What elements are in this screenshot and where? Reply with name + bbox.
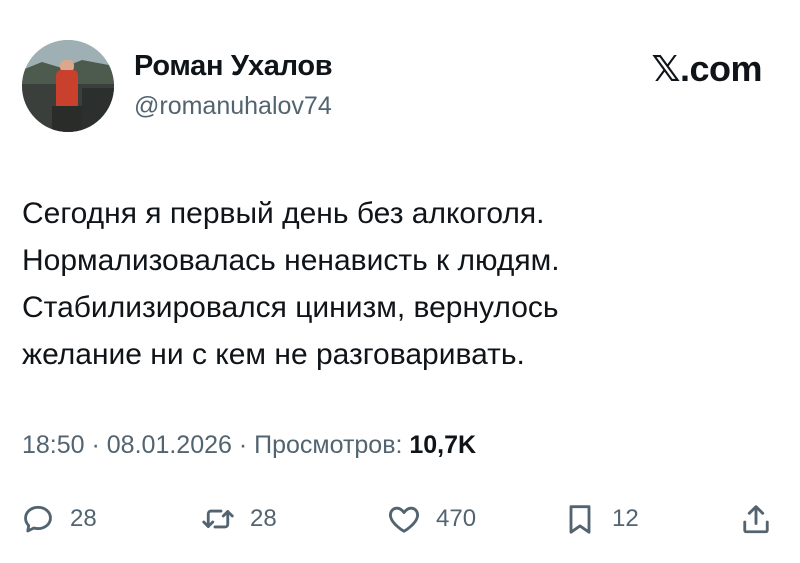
like-button[interactable]: 470 (386, 496, 476, 542)
tweet-time[interactable]: 18:50 (22, 431, 85, 459)
avatar-image (22, 40, 114, 132)
tweet-text: Сегодня я первый день без алкоголя. Норм… (22, 190, 782, 378)
share-icon (743, 505, 769, 534)
meta-separator: · (84, 431, 107, 459)
meta-separator: · (231, 431, 255, 459)
tweet-line: Нормализовалась ненависть к людям. (22, 244, 560, 277)
like-count: 470 (436, 505, 477, 532)
tweet-meta: 18:50 · 08.01.2026 · Просмотров: 10,7K (22, 431, 476, 460)
repost-icon (202, 509, 234, 529)
action-bar: 28 28 470 12 (0, 496, 800, 542)
avatar[interactable] (22, 40, 114, 132)
views-count: 10,7K (409, 431, 477, 459)
tweet-line: Стабилизировался цинизм, вернулось (22, 291, 559, 324)
like-icon (389, 506, 419, 533)
bookmark-count: 12 (612, 505, 639, 532)
tweet-date[interactable]: 08.01.2026 (107, 431, 232, 459)
views-label: Просмотров: (254, 431, 410, 459)
brand-logo: 𝕏.com (651, 48, 762, 89)
tweet-card: Роман Ухалов @romanuhalov74 𝕏.com Сегодн… (0, 0, 800, 563)
repost-count: 28 (250, 505, 277, 532)
reply-button[interactable]: 28 (20, 496, 97, 542)
share-button[interactable] (738, 496, 774, 542)
reply-icon (24, 505, 52, 533)
tweet-line: Сегодня я первый день без алкоголя. (22, 197, 545, 230)
author-handle[interactable]: @romanuhalov74 (134, 92, 332, 121)
repost-button[interactable]: 28 (200, 496, 277, 542)
bookmark-button[interactable]: 12 (562, 496, 639, 542)
bookmark-icon (569, 505, 591, 534)
tweet-line: желание ни с кем не разговаривать. (22, 338, 525, 371)
reply-count: 28 (70, 505, 97, 532)
author-name[interactable]: Роман Ухалов (134, 50, 333, 83)
